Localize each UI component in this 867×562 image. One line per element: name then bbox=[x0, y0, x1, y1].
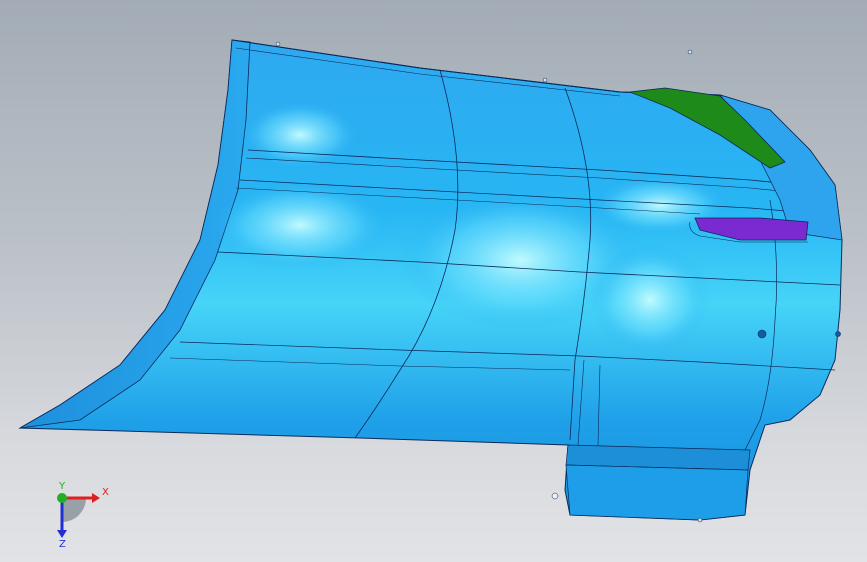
triad-shade bbox=[62, 498, 86, 522]
fastener-hole bbox=[542, 77, 548, 83]
x-axis-label: X bbox=[102, 487, 109, 498]
wheel-arch-lower bbox=[565, 464, 749, 521]
specular-highlight bbox=[590, 245, 710, 355]
graphics-viewport[interactable]: X Y Z bbox=[0, 0, 867, 562]
z-axis-arrow-icon bbox=[57, 530, 67, 538]
fastener-hole bbox=[551, 492, 559, 500]
fastener-hole bbox=[687, 49, 693, 55]
y-axis-dot bbox=[57, 493, 67, 503]
x-axis-arrow-icon bbox=[92, 493, 100, 503]
fender-model[interactable] bbox=[0, 0, 867, 562]
fastener-hole bbox=[697, 517, 703, 523]
fastener-hole bbox=[835, 331, 841, 337]
specular-highlight bbox=[210, 180, 390, 270]
z-axis-label: Z bbox=[59, 539, 66, 548]
fastener-hole bbox=[757, 329, 767, 339]
fastener-hole bbox=[275, 41, 281, 47]
orientation-triad: X Y Z bbox=[57, 481, 109, 548]
specular-highlight bbox=[240, 100, 360, 170]
y-axis-label: Y bbox=[58, 481, 66, 492]
